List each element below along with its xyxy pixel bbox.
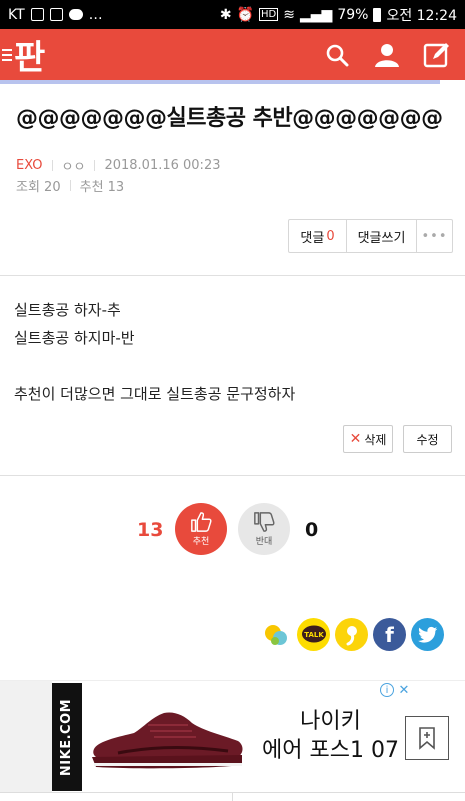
shoe-image: [88, 697, 248, 781]
ad-text: 나이키 에어 포스1 07: [262, 707, 399, 765]
talk-notification-icon: [68, 9, 83, 20]
app-header: 판: [0, 29, 465, 80]
carrier-label: KT: [8, 6, 25, 23]
scroll-progress-bar: [0, 80, 465, 84]
hd-icon: HD: [259, 8, 279, 21]
downvote-button[interactable]: 반대: [238, 503, 290, 555]
more-options-button[interactable]: •••: [417, 220, 452, 252]
ad-choices[interactable]: i ✕: [380, 683, 411, 698]
more-notifications-icon: …: [88, 6, 103, 23]
write-icon[interactable]: [423, 41, 451, 69]
downvote-count: 0: [305, 519, 319, 541]
write-comment-button[interactable]: 댓글쓰기: [347, 220, 417, 252]
body-line: 실트총공 하자-추: [14, 301, 121, 319]
thumbs-down-icon: [254, 512, 275, 532]
clock: 오전 12:24: [386, 7, 457, 24]
comment-button-group: 댓글 0 댓글쓰기 •••: [288, 219, 453, 253]
bottom-bar: [0, 792, 465, 801]
upvote-count: 13: [137, 519, 164, 541]
advertisement-banner[interactable]: NIKE.COM 나이키 에어 포스1 07 i ✕: [0, 680, 465, 793]
body-line: 실트총공 하지마-반: [14, 329, 135, 347]
ad-brand-bar: NIKE.COM: [52, 683, 82, 791]
kakaotalk-label: TALK: [304, 631, 324, 639]
kakaotalk-icon[interactable]: TALK: [297, 618, 330, 651]
alarm-icon: ⏰: [236, 6, 255, 23]
delete-label: 삭제: [364, 432, 387, 447]
post-datetime: 2018.01.16 00:23: [104, 158, 221, 173]
downvote-label: 반대: [255, 537, 273, 547]
body-line: 추천이 더많으면 그대로 실트총공 문구정하자: [14, 385, 296, 403]
battery-label: 79%: [337, 6, 369, 23]
pann-app-icon: [49, 8, 63, 21]
ad-brand: NIKE.COM: [59, 698, 75, 776]
menu-icon[interactable]: [2, 46, 12, 64]
user-icon[interactable]: [373, 41, 401, 69]
edit-button[interactable]: 수정: [403, 425, 452, 453]
divider: [0, 475, 465, 476]
facebook-icon[interactable]: f: [373, 618, 406, 651]
ad-line-1: 나이키: [300, 709, 361, 734]
pann-logo[interactable]: 판: [14, 30, 45, 79]
post-body: 실트총공 하자-추 실트총공 하지마-반 추천이 더많으면 그대로 실트총공 문…: [14, 296, 295, 408]
view-count: 조회 20: [16, 180, 61, 195]
notification-icon: [30, 8, 44, 21]
battery-icon: [373, 7, 382, 22]
kakaostory-icon[interactable]: [259, 618, 292, 651]
post-stats: 조회 20 추천 13: [16, 176, 124, 195]
ad-info-icon[interactable]: i: [380, 683, 394, 697]
twitter-icon[interactable]: [411, 618, 444, 651]
share-bar: TALK f: [259, 618, 444, 651]
wifi-icon: ≋: [283, 6, 295, 23]
upvote-label: 추천: [192, 537, 210, 547]
comments-button[interactable]: 댓글 0: [289, 220, 347, 252]
search-icon[interactable]: [323, 41, 351, 69]
thumbs-up-icon: [191, 512, 212, 532]
post-title: @@@@@@@실트총공 추반@@@@@@@: [16, 106, 443, 131]
status-bar: KT … ✱ ⏰ HD ≋ ▂▄▆ 79% 오전 12:24: [0, 0, 465, 29]
close-icon: ✕: [349, 431, 362, 447]
bluetooth-icon: ✱: [219, 6, 232, 23]
bookmark-icon[interactable]: [405, 716, 449, 760]
delete-button[interactable]: ✕ 삭제: [343, 425, 393, 453]
comments-label: 댓글: [300, 230, 325, 246]
post-category[interactable]: EXO: [16, 158, 43, 173]
recommend-count: 추천 13: [79, 180, 125, 195]
upvote-button[interactable]: 추천: [175, 503, 227, 555]
ad-close-icon[interactable]: ✕: [397, 683, 411, 698]
post-author: ㅇㅇ: [61, 160, 86, 175]
comments-count: 0: [326, 228, 335, 244]
quote-icon[interactable]: [335, 618, 368, 651]
signal-icon: ▂▄▆: [300, 6, 333, 23]
divider: [0, 275, 465, 276]
post-meta: EXO ㅇㅇ 2018.01.16 00:23: [16, 156, 220, 175]
ad-line-2: 에어 포스1 07: [262, 738, 399, 763]
